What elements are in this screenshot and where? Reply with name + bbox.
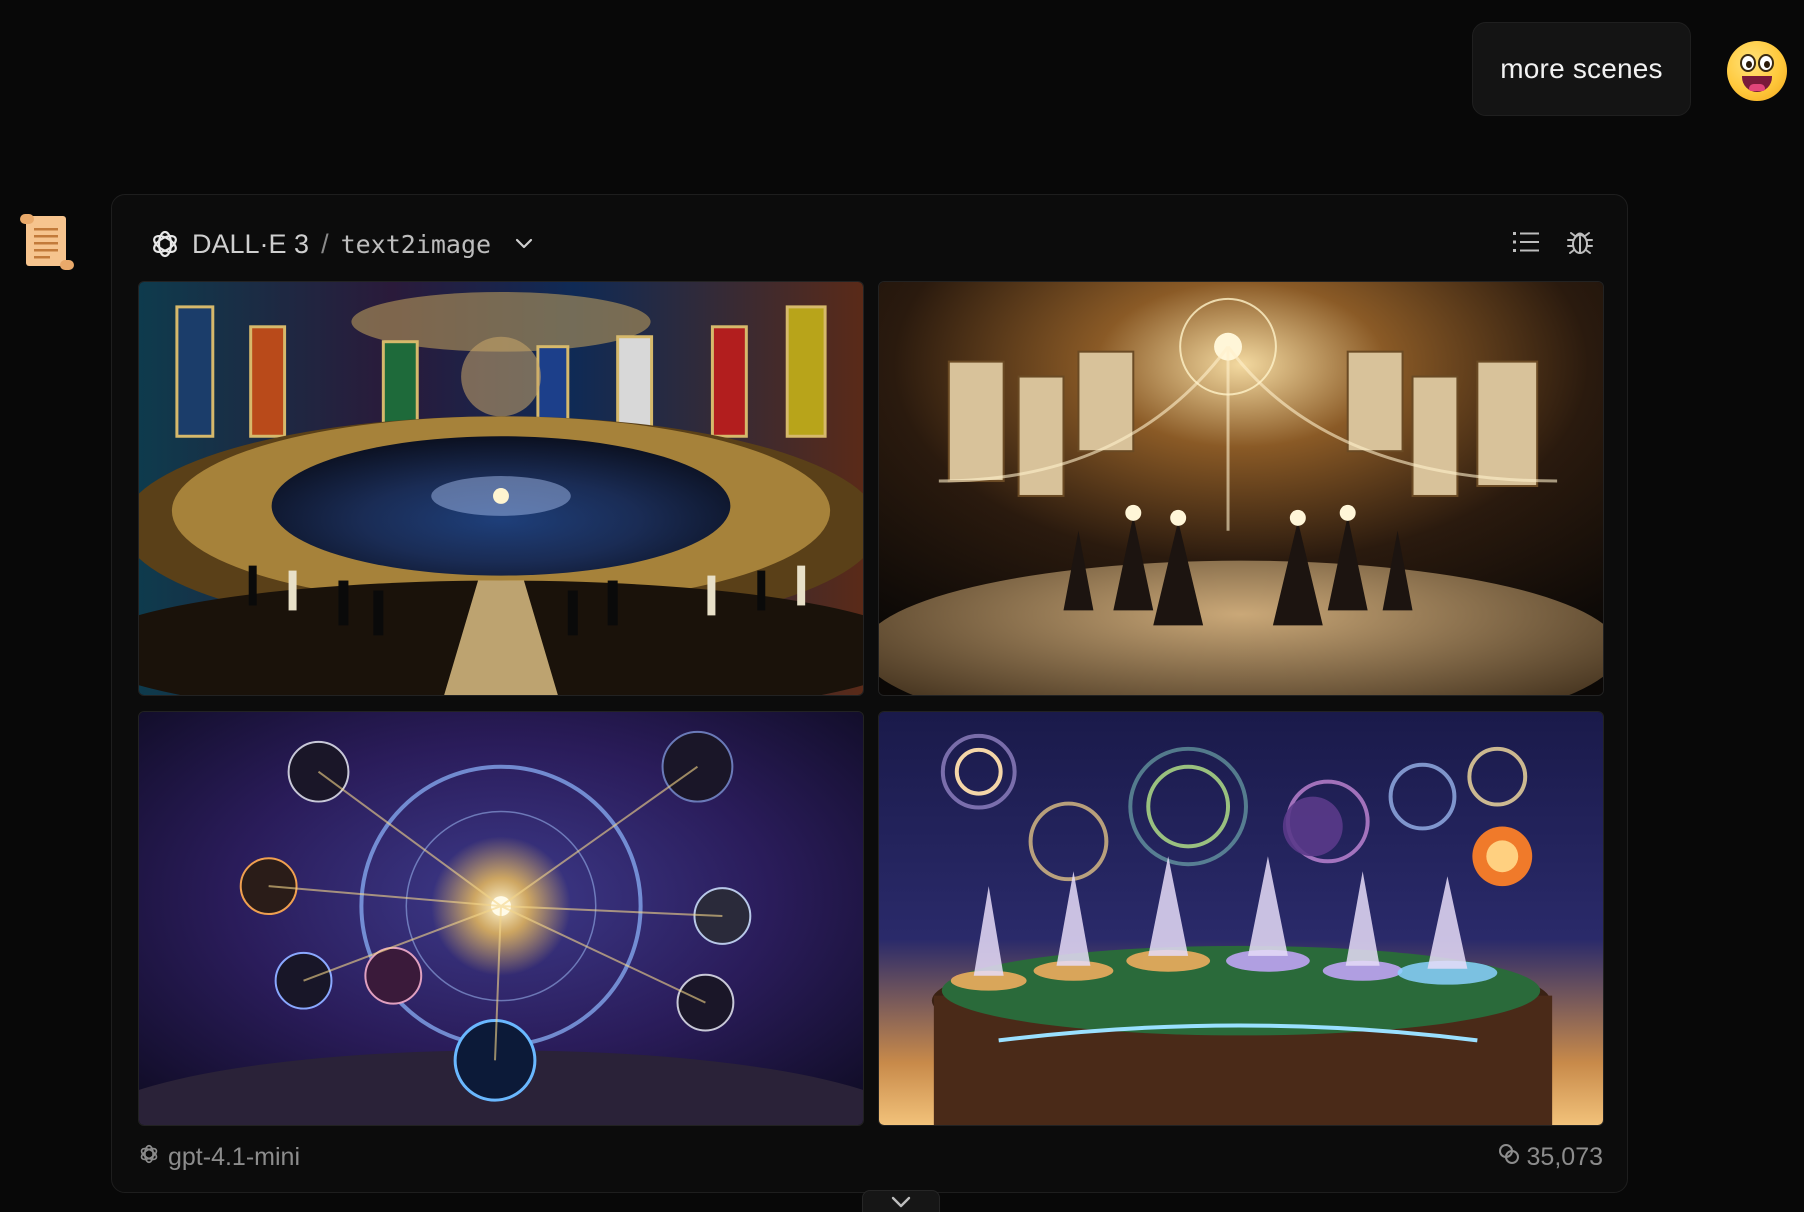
task-name: text2image bbox=[340, 229, 492, 259]
user-avatar[interactable] bbox=[1727, 41, 1787, 101]
chevron-down-icon[interactable] bbox=[509, 229, 539, 259]
user-message-text: more scenes bbox=[1500, 53, 1663, 84]
avatar-mouth bbox=[1742, 76, 1772, 92]
tokens-icon bbox=[1497, 1142, 1521, 1173]
openai-logo-icon bbox=[138, 1143, 160, 1172]
token-count: 35,073 bbox=[1526, 1142, 1603, 1171]
scroll-icon[interactable] bbox=[18, 212, 76, 272]
footer-model-name: gpt-4.1-mini bbox=[168, 1142, 300, 1171]
card-header-actions bbox=[1509, 225, 1597, 259]
list-icon[interactable] bbox=[1509, 225, 1543, 259]
celestial-spheres-image[interactable] bbox=[138, 711, 864, 1126]
chevron-down-icon bbox=[890, 1195, 912, 1212]
image-grid bbox=[138, 281, 1604, 1126]
avatar-eye-left bbox=[1740, 54, 1756, 72]
card-footer-model: gpt-4.1-mini bbox=[138, 1140, 300, 1174]
bug-icon[interactable] bbox=[1563, 225, 1597, 259]
card-header: DALL·E 3 / text2image bbox=[148, 221, 539, 267]
openai-logo-icon bbox=[148, 227, 182, 261]
model-name: DALL·E 3 bbox=[192, 228, 310, 259]
user-message-bubble: more scenes bbox=[1472, 22, 1691, 116]
card-footer-tokens: 35,073 bbox=[1497, 1140, 1603, 1174]
scroll-banners-ritual-image[interactable] bbox=[878, 281, 1604, 696]
chat-page: more scenes DALL·E 3 / text2image gpt-4.… bbox=[0, 0, 1804, 1212]
avatar-eye-right bbox=[1758, 54, 1774, 72]
scroll-to-bottom-button[interactable] bbox=[862, 1190, 940, 1212]
image-result-card: DALL·E 3 / text2image gpt-4.1-mini 35,07… bbox=[111, 194, 1628, 1193]
cosmic-amphitheater-image[interactable] bbox=[138, 281, 864, 696]
galaxy-plateau-figures-image[interactable] bbox=[878, 711, 1604, 1126]
model-separator: / bbox=[321, 228, 329, 259]
